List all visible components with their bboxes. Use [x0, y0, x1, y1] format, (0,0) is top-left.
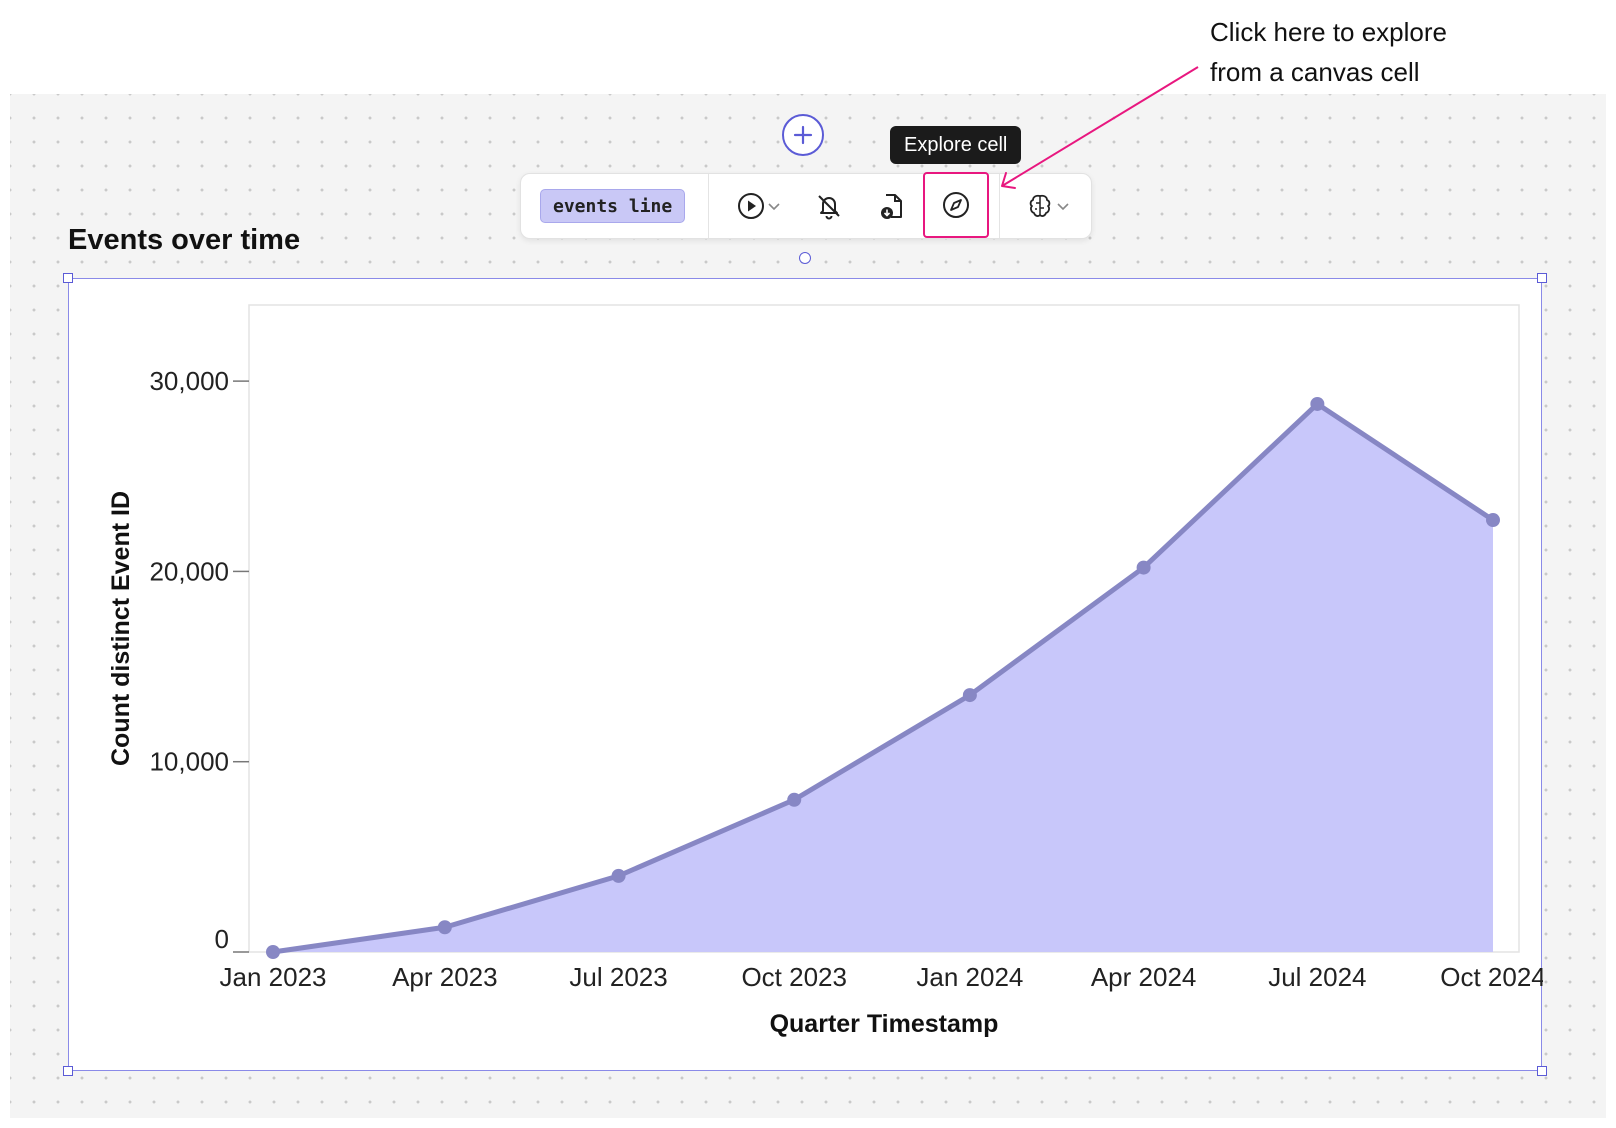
- explore-compass-icon: [943, 192, 969, 218]
- data-point: [266, 945, 280, 959]
- data-point: [1136, 560, 1151, 575]
- ai-assist-button[interactable]: [1017, 181, 1079, 231]
- data-point: [611, 868, 626, 883]
- toolbar-divider: [708, 174, 709, 238]
- x-tick-label: Jul 2024: [1268, 962, 1366, 992]
- add-cell-button[interactable]: [782, 114, 824, 156]
- top-anchor-handle[interactable]: [799, 252, 811, 264]
- y-tick-label: 30,000: [149, 366, 229, 396]
- toolbar-divider: [999, 174, 1000, 238]
- x-tick-label: Oct 2024: [1440, 962, 1543, 992]
- download-button[interactable]: [867, 181, 917, 231]
- y-tick-label: 20,000: [149, 556, 229, 586]
- data-point: [437, 920, 452, 935]
- alerts-button[interactable]: [804, 181, 854, 231]
- resize-handle-bottom-left[interactable]: [63, 1066, 73, 1076]
- resize-handle-top-right[interactable]: [1537, 273, 1547, 283]
- chart-cell[interactable]: 0 10,000 20,000 30,000 Jan 2023 Apr 2023 Jul 2…: [68, 278, 1543, 1071]
- data-point: [1486, 513, 1500, 528]
- area-chart: 0 10,000 20,000 30,000 Jan 2023 Apr 2023 Jul 2…: [107, 304, 1543, 1038]
- cell-toolbar: events line: [520, 172, 1092, 239]
- x-tick-label: Oct 2023: [741, 962, 847, 992]
- x-tick-label: Jan 2024: [916, 962, 1023, 992]
- plus-icon: [793, 125, 813, 145]
- x-tick-label: Apr 2023: [392, 962, 498, 992]
- y-tick-label: 0: [215, 924, 229, 954]
- explore-cell-tooltip: Explore cell: [890, 126, 1022, 164]
- bell-off-icon: [818, 195, 840, 220]
- download-file-icon: [881, 194, 902, 219]
- run-button[interactable]: [725, 181, 793, 231]
- annotation-text: Click here to explore from a canvas cell: [1210, 17, 1447, 87]
- x-tick-label: Apr 2024: [1091, 962, 1197, 992]
- chevron-down-icon: [768, 203, 780, 211]
- cell-name-badge[interactable]: events line: [540, 189, 686, 223]
- explore-cell-button[interactable]: [923, 172, 989, 238]
- y-tick-label: 10,000: [149, 747, 229, 777]
- y-axis-label: Count distinct Event ID: [107, 491, 135, 766]
- run-icon: [738, 193, 764, 219]
- brain-ai-icon: [1029, 194, 1051, 217]
- data-point: [787, 792, 802, 807]
- resize-handle-top-left[interactable]: [63, 273, 73, 283]
- cell-title: Events over time: [68, 224, 301, 256]
- x-axis-label: Quarter Timestamp: [770, 1010, 999, 1038]
- data-point: [1310, 396, 1325, 411]
- resize-handle-bottom-right[interactable]: [1537, 1066, 1547, 1076]
- chevron-down-icon: [1057, 203, 1069, 211]
- x-tick-label: Jul 2023: [569, 962, 667, 992]
- x-tick-label: Jan 2023: [220, 962, 327, 992]
- data-point: [962, 688, 977, 703]
